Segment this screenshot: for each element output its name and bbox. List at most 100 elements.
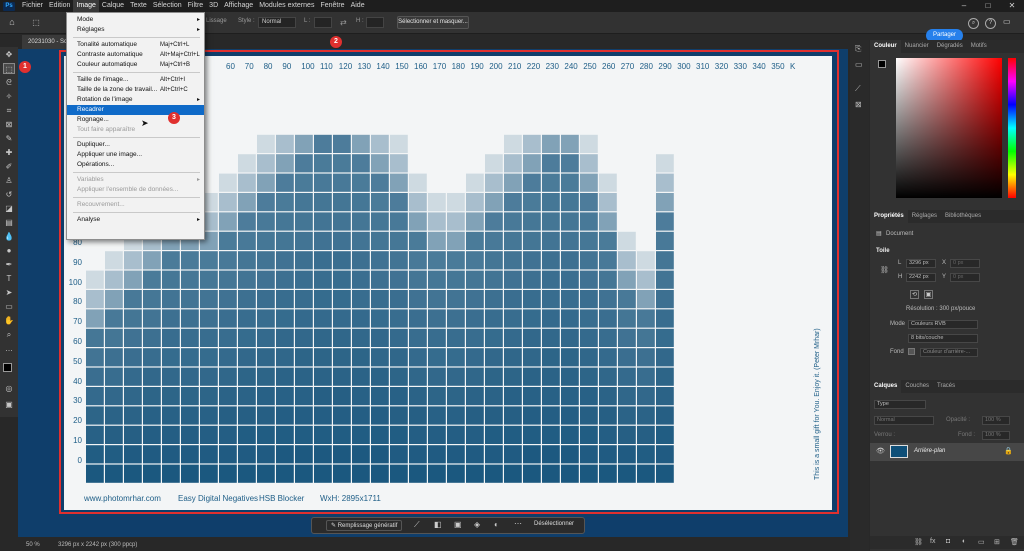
menu-modules-externes[interactable]: Modules externes (256, 0, 317, 12)
marquee-preset-icon[interactable]: ⬚ (30, 17, 42, 28)
image-menu-item-taille-de-l-image[interactable]: Taille de l'image... Alt+Ctrl+I (67, 75, 204, 85)
generative-fill-button[interactable]: ✎ Remplissage génératif (326, 520, 403, 531)
image-menu-item-appliquer-l-ensemble-de-donnees[interactable]: Appliquer l'ensemble de données... (67, 185, 204, 195)
canvas-image-icon[interactable]: ▣ (924, 290, 933, 299)
image-menu-item-recadrer[interactable]: Recadrer (67, 105, 204, 115)
tab-motifs[interactable]: Motifs (967, 40, 991, 53)
fill-icon[interactable]: ◈ (474, 520, 480, 529)
layer-filter-search[interactable]: Type (874, 400, 926, 409)
image-menu-item-taille-de-la-zone-de-travail[interactable]: Taille de la zone de travail... Alt+Ctrl+… (67, 85, 204, 95)
menu-calque[interactable]: Calque (99, 0, 127, 12)
close-window-icon[interactable]: ✕ (1000, 0, 1024, 12)
bit-depth-select[interactable]: 8 bits/couche (908, 334, 978, 343)
zoom-level[interactable]: 50 % (26, 542, 40, 548)
menu-aide[interactable]: Aide (348, 0, 368, 12)
image-menu-item-recouvrement[interactable]: Recouvrement... (67, 200, 204, 210)
select-and-mask-button[interactable]: Sélectionner et masquer... (397, 16, 469, 29)
canvas-height-field[interactable]: 2242 px (906, 273, 936, 282)
canvas-width-field[interactable]: 3296 px (906, 259, 936, 268)
image-menu-item-operations[interactable]: Opérations... (67, 160, 204, 170)
pen-tool-icon[interactable]: ✒ (3, 259, 15, 270)
comments-panel-icon[interactable]: ▭ (855, 60, 863, 69)
blur-tool-icon[interactable]: 💧 (3, 231, 15, 242)
delete-layer-icon[interactable]: 🗑 (1010, 538, 1019, 546)
menu-3d[interactable]: 3D (206, 0, 221, 12)
background-select[interactable]: Couleur d'arrière-... (920, 348, 978, 357)
menu-edition[interactable]: Edition (46, 0, 73, 12)
shape-tool-icon[interactable]: ▭ (3, 301, 15, 312)
image-menu-item-tout-faire-apparaitre[interactable]: Tout faire apparaître (67, 125, 204, 135)
blend-mode-select[interactable]: Normal (874, 416, 934, 425)
path-selection-tool-icon[interactable]: ➤ (3, 287, 15, 298)
style-select[interactable]: Normal (258, 17, 296, 28)
tab-nuancier[interactable]: Nuancier (901, 40, 933, 53)
visibility-eye-icon[interactable]: 👁 (876, 447, 885, 455)
menu-s-lection[interactable]: Sélection (150, 0, 185, 12)
image-menu-item-contraste-automatique[interactable]: Contraste automatique Alt+Maj+Ctrl+L (67, 50, 204, 60)
new-group-icon[interactable]: ▭ (978, 538, 985, 546)
image-menu-item-mode[interactable]: Mode ▸ (67, 15, 204, 25)
image-menu-item-rognage[interactable]: Rognage... (67, 115, 204, 125)
adjustment-layer-icon[interactable]: ◐ (962, 538, 966, 545)
help-icon[interactable]: ? (985, 18, 996, 29)
link-layers-icon[interactable]: ⛓ (914, 538, 923, 546)
foreground-color-swatch[interactable] (3, 363, 12, 372)
workspace-icon[interactable]: ▭ (1003, 17, 1011, 26)
image-menu-item-variables[interactable]: Variables ▸ (67, 175, 204, 185)
brush-tool-icon[interactable]: ✐ (3, 161, 15, 172)
more-options-icon[interactable]: ⋯ (514, 519, 522, 528)
mask-icon[interactable]: ▣ (454, 520, 462, 529)
color-field[interactable] (896, 58, 1002, 198)
history-brush-tool-icon[interactable]: ↺ (3, 189, 15, 200)
hue-slider[interactable] (1008, 58, 1016, 198)
frame-tool-icon[interactable]: ⊠ (3, 119, 15, 130)
lasso-tool-icon[interactable]: ᘓ (3, 77, 15, 88)
search-icon[interactable]: ⌕ (968, 18, 979, 29)
panel-foreground-swatch[interactable] (878, 60, 886, 68)
menu-image[interactable]: Image (73, 0, 99, 12)
image-menu-item-reglages[interactable]: Réglages ▸ (67, 25, 204, 35)
new-layer-icon[interactable]: ⊞ (994, 538, 1000, 546)
image-menu-item-dupliquer[interactable]: Dupliquer... (67, 140, 204, 150)
maximize-icon[interactable]: □ (976, 0, 1000, 12)
magic-wand-tool-icon[interactable]: ✧ (3, 91, 15, 102)
move-tool-icon[interactable]: ✥ (3, 49, 15, 60)
image-menu-item-analyse[interactable]: Analyse ▸ (67, 215, 204, 225)
more-tools-icon[interactable]: … (3, 343, 15, 354)
modify-selection-icon[interactable]: ⟋ (414, 520, 420, 530)
swap-icon[interactable]: ⇄ (340, 18, 347, 27)
tab-couches[interactable]: Couches (901, 380, 933, 393)
menu-fichier[interactable]: Fichier (19, 0, 46, 12)
menu-affichage[interactable]: Affichage (221, 0, 256, 12)
rect-marquee-tool-icon[interactable]: ⬚ (3, 63, 15, 74)
crop-tool-icon[interactable]: ⌗ (3, 105, 15, 116)
tab-couleur[interactable]: Couleur (870, 40, 901, 53)
tab-bibliotheques[interactable]: Bibliothèques (941, 210, 985, 223)
tool-presets-icon[interactable]: ⊠ (855, 100, 862, 109)
tab-degrades[interactable]: Dégradés (933, 40, 967, 53)
quick-mask-icon[interactable]: ◎ (3, 383, 15, 394)
image-menu-item-tonalite-automatique[interactable]: Tonalité automatique Maj+Ctrl+L (67, 40, 204, 50)
gradient-tool-icon[interactable]: ▤ (3, 217, 15, 228)
adjustment-icon[interactable]: ◐ (494, 520, 499, 529)
history-panel-icon[interactable]: ⎘ (855, 44, 861, 54)
link-dimensions-icon[interactable]: ⛓ (880, 266, 889, 274)
hand-tool-icon[interactable]: ✋ (3, 315, 15, 326)
tab-calques[interactable]: Calques (870, 380, 902, 393)
eraser-tool-icon[interactable]: ◪ (3, 203, 15, 214)
healing-brush-tool-icon[interactable]: ✚ (3, 147, 15, 158)
zoom-tool-icon[interactable]: ⌕ (3, 329, 15, 340)
screen-mode-icon[interactable]: ▣ (3, 399, 15, 410)
tab-traces[interactable]: Tracés (933, 380, 959, 393)
image-menu-item-rotation-de-l-image[interactable]: Rotation de l'image ▸ (67, 95, 204, 105)
deselect-button[interactable]: Désélectionner (534, 521, 574, 527)
fill-field[interactable]: 100 % (982, 431, 1010, 440)
menu-texte[interactable]: Texte (127, 0, 150, 12)
canvas-section-header[interactable]: Toile (876, 248, 890, 254)
stamp-tool-icon[interactable]: ♙ (3, 175, 15, 186)
layer-row-background[interactable]: 👁 Arrière-plan 🔒 (870, 443, 1024, 461)
canvas-y-field[interactable]: 0 px (950, 273, 980, 282)
canvas-x-field[interactable]: 0 px (950, 259, 980, 268)
tab-proprietes[interactable]: Propriétés (870, 210, 908, 223)
home-icon[interactable]: ⌂ (6, 17, 18, 28)
